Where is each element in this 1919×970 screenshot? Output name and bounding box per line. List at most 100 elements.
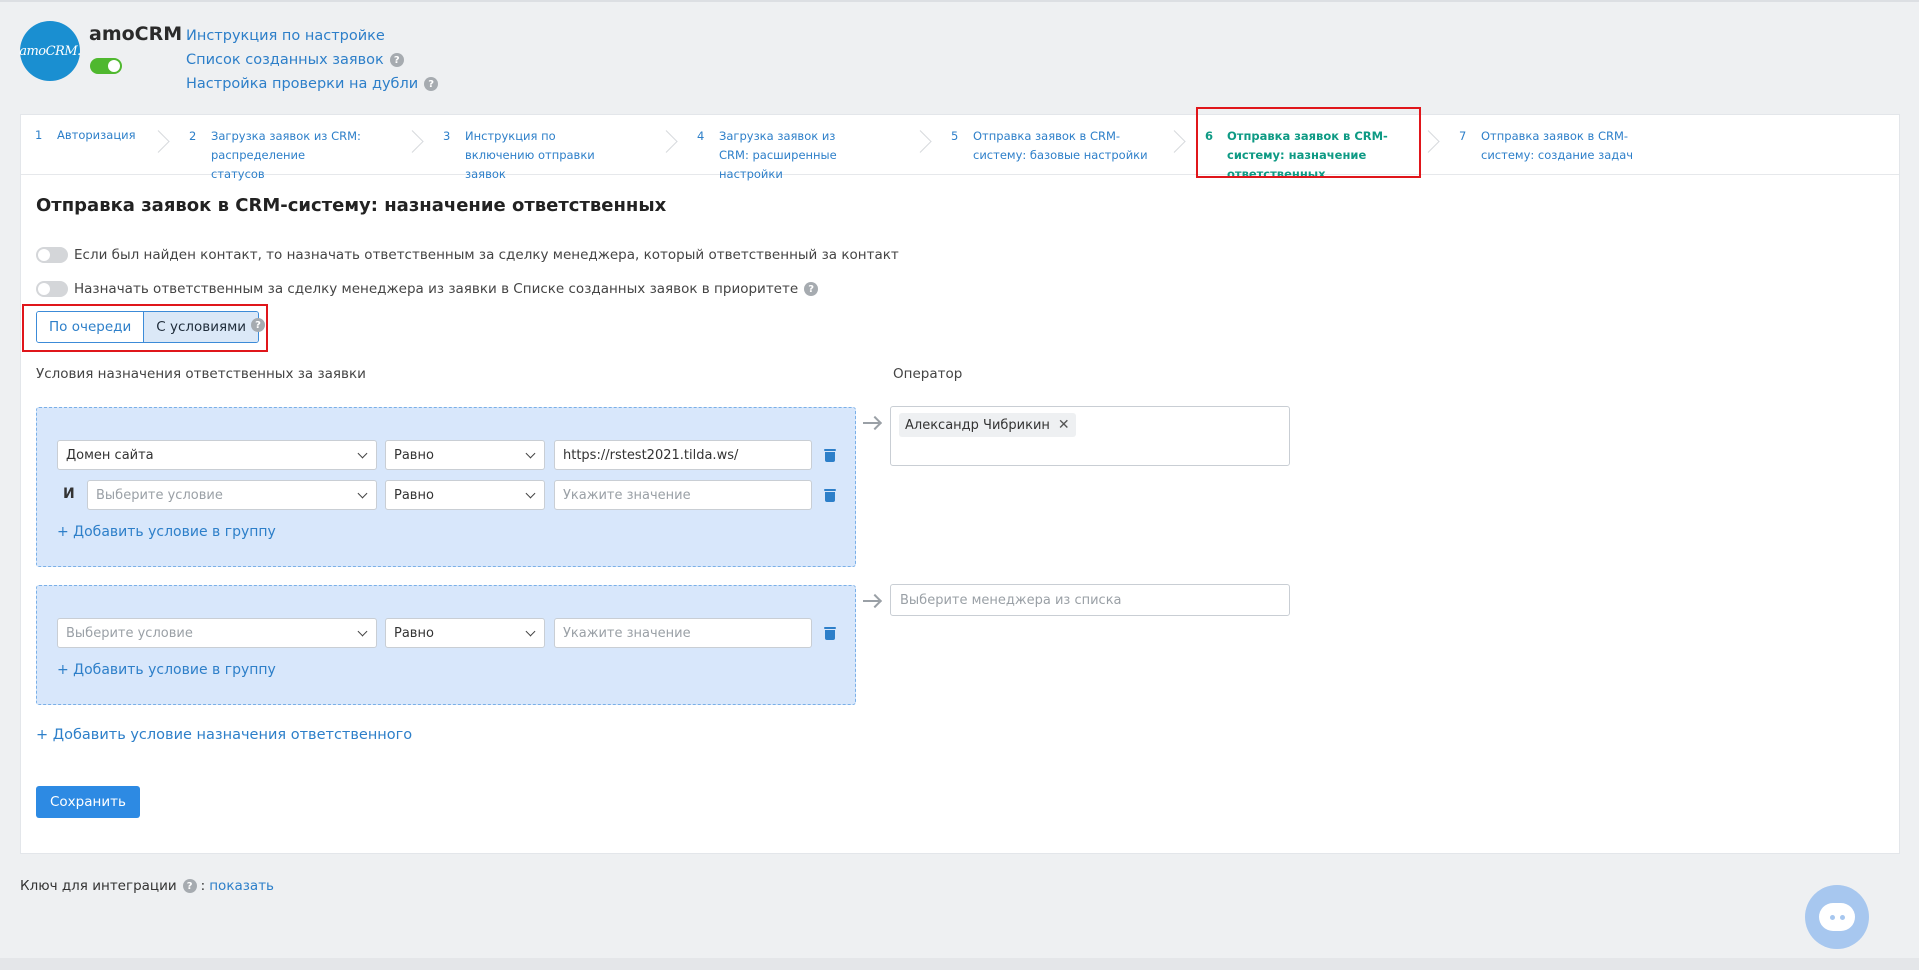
and-label: И	[63, 486, 75, 502]
step-number: 2	[189, 129, 197, 143]
step-4[interactable]: 4 Загрузка заявок из CRM: расширенные нас…	[697, 127, 859, 184]
help-icon[interactable]: ?	[182, 879, 197, 893]
chevron-down-icon	[525, 448, 536, 459]
condition-field-select[interactable]: Домен сайта	[57, 440, 377, 470]
amocrm-logo: amoCRM.	[19, 21, 81, 81]
contact-owner-option: Если был найден контакт, то назначать от…	[36, 247, 899, 263]
priority-manager-label: Назначать ответственным за сделку менедж…	[74, 281, 799, 297]
input-placeholder: Укажите значение	[563, 487, 691, 503]
select-placeholder: Выберите условие	[66, 625, 193, 641]
step-label: Отправка заявок в CRM-систему: базовые н…	[973, 129, 1148, 162]
select-value: Равно	[394, 487, 434, 503]
link-label: Список созданных заявок	[186, 52, 384, 68]
add-condition-to-group-link[interactable]: + Добавить условие в группу	[57, 662, 276, 678]
trash-icon[interactable]	[824, 448, 836, 463]
add-assignment-condition-link[interactable]: + Добавить условие назначения ответствен…	[36, 727, 412, 743]
top-border	[0, 0, 1919, 2]
select-value: Равно	[394, 447, 434, 463]
operator-tag-label: Александр Чибрикин	[905, 417, 1050, 433]
operator-placeholder: Выберите менеджера из списка	[900, 592, 1122, 608]
active-step-highlight	[1196, 107, 1421, 178]
chevron-down-icon	[525, 626, 536, 637]
step-3[interactable]: 3 Инструкция по включению отправки заявок	[443, 127, 615, 184]
save-button[interactable]: Сохранить	[36, 786, 140, 818]
chevron-down-icon	[357, 448, 368, 459]
step-separator-chevron-icon	[1428, 123, 1442, 153]
integration-key-row: Ключ для интеграции ? : показать	[20, 878, 274, 894]
condition-value-input[interactable]: Укажите значение	[554, 618, 812, 648]
operator-select-group-1[interactable]: Александр Чибрикин ✕	[890, 406, 1290, 466]
select-value: Домен сайта	[66, 447, 154, 463]
condition-value-input[interactable]: Укажите значение	[554, 480, 812, 510]
trash-icon[interactable]	[824, 626, 836, 641]
condition-value-input[interactable]: https://rstest2021.tilda.ws/	[554, 440, 812, 470]
mode-switch-highlight	[22, 304, 268, 352]
step-number: 7	[1459, 129, 1467, 143]
step-label: Загрузка заявок из CRM: распределение ст…	[211, 129, 361, 181]
help-icon[interactable]: ?	[424, 77, 439, 91]
step-label: Отправка заявок в CRM-систему: создание …	[1481, 129, 1634, 162]
header-links: Инструкция по настройке Список созданных…	[186, 24, 439, 96]
show-key-link[interactable]: показать	[209, 878, 274, 894]
input-value: https://rstest2021.tilda.ws/	[563, 447, 739, 463]
step-7[interactable]: 7 Отправка заявок в CRM-систему: создание…	[1459, 127, 1671, 165]
step-separator-chevron-icon	[1174, 123, 1188, 153]
contact-owner-label: Если был найден контакт, то назначать от…	[74, 247, 899, 263]
condition-group-2: Выберите условие Равно Укажите значение …	[36, 585, 856, 705]
link-label: Инструкция по настройке	[186, 28, 385, 44]
page-title: Отправка заявок в CRM-систему: назначени…	[36, 195, 667, 216]
link-label: Настройка проверки на дубли	[186, 76, 419, 92]
step-separator-chevron-icon	[158, 123, 172, 153]
operator-header: Оператор	[893, 366, 963, 382]
arrow-right-icon	[863, 416, 881, 430]
chevron-down-icon	[525, 488, 536, 499]
wizard-stepper: 1 Авторизация 2 Загрузка заявок из CRM: ра…	[21, 115, 1899, 181]
condition-operator-select[interactable]: Равно	[385, 618, 545, 648]
operator-select-group-2[interactable]: Выберите менеджера из списка	[890, 584, 1290, 616]
duplicate-check-settings-link[interactable]: Настройка проверки на дубли?	[186, 72, 439, 96]
chevron-down-icon	[357, 488, 368, 499]
chat-bubble-icon[interactable]	[1805, 885, 1869, 949]
input-placeholder: Укажите значение	[563, 625, 691, 641]
help-icon[interactable]: ?	[389, 53, 404, 67]
chevron-down-icon	[357, 626, 368, 637]
conditions-header: Условия назначения ответственных за заяв…	[36, 366, 366, 382]
select-placeholder: Выберите условие	[96, 487, 223, 503]
step-number: 3	[443, 129, 451, 143]
select-value: Равно	[394, 625, 434, 641]
add-condition-to-group-link[interactable]: + Добавить условие в группу	[57, 524, 276, 540]
step-number: 5	[951, 129, 959, 143]
contact-owner-toggle[interactable]	[36, 247, 68, 263]
integration-key-label: Ключ для интеграции	[20, 878, 177, 894]
close-icon[interactable]: ✕	[1058, 417, 1070, 433]
app-name: amoCRM	[89, 23, 183, 45]
step-2[interactable]: 2 Загрузка заявок из CRM: распределение с…	[189, 127, 361, 184]
chat-bubble-inner	[1819, 903, 1855, 931]
step-separator-chevron-icon	[920, 123, 934, 153]
integration-toggle[interactable]	[90, 58, 122, 74]
step-5[interactable]: 5 Отправка заявок в CRM-систему: базовые …	[951, 127, 1153, 165]
step-label: Инструкция по включению отправки заявок	[465, 129, 595, 181]
settings-card: 1 Авторизация 2 Загрузка заявок из CRM: ра…	[20, 107, 1900, 854]
created-requests-list-link[interactable]: Список созданных заявок?	[186, 48, 438, 72]
priority-manager-toggle[interactable]	[36, 281, 68, 297]
logo-text: amoCRM.	[19, 43, 81, 59]
colon: :	[200, 878, 206, 894]
step-number: 1	[35, 128, 43, 142]
condition-group-1: Домен сайта Равно https://rstest2021.til…	[36, 407, 856, 567]
condition-field-select[interactable]: Выберите условие	[57, 618, 377, 648]
help-icon[interactable]: ?	[804, 282, 819, 296]
condition-operator-select[interactable]: Равно	[385, 440, 545, 470]
priority-manager-option: Назначать ответственным за сделку менедж…	[36, 281, 819, 297]
condition-field-select[interactable]: Выберите условие	[87, 480, 377, 510]
trash-icon[interactable]	[824, 488, 836, 503]
condition-operator-select[interactable]: Равно	[385, 480, 545, 510]
step-separator-chevron-icon	[412, 123, 426, 153]
operator-tag: Александр Чибрикин ✕	[899, 413, 1076, 437]
step-label: Загрузка заявок из CRM: расширенные наст…	[719, 129, 837, 181]
step-1[interactable]: 1 Авторизация	[35, 126, 147, 145]
step-label: Авторизация	[57, 128, 136, 142]
setup-instructions-link[interactable]: Инструкция по настройке	[186, 24, 438, 48]
step-separator-chevron-icon	[666, 123, 680, 153]
step-number: 4	[697, 129, 705, 143]
